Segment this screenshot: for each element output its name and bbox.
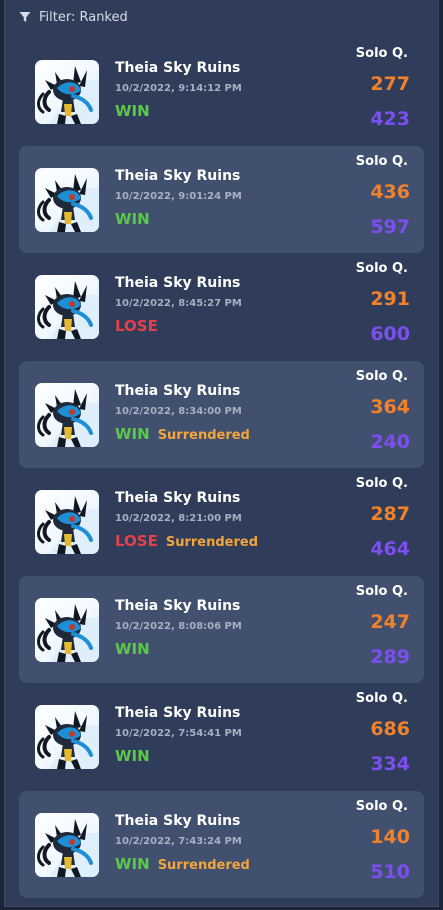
outcome-label: WIN: [115, 102, 150, 120]
queue-type: Solo Q.: [355, 799, 408, 814]
match-timestamp: 10/2/2022, 7:54:41 PM: [115, 728, 242, 739]
match-result: WIN Surrendered: [115, 855, 250, 873]
match-timestamp: 10/2/2022, 8:45:27 PM: [115, 298, 242, 309]
stat-value-primary: 287: [370, 503, 410, 525]
match-card[interactable]: Theia Sky Ruins 10/2/2022, 8:21:00 PM LO…: [19, 468, 424, 575]
stat-value-primary: 686: [370, 718, 410, 740]
match-result: WIN Surrendered: [115, 425, 250, 443]
stat-value-primary: 291: [370, 288, 410, 310]
match-timestamp: 10/2/2022, 8:34:00 PM: [115, 406, 242, 417]
outcome-label: LOSE: [115, 317, 158, 335]
stat-value-secondary: 334: [370, 753, 410, 775]
outcome-label: WIN: [115, 425, 150, 443]
surrendered-label: Surrendered: [165, 535, 258, 550]
stat-value-secondary: 600: [370, 323, 410, 345]
map-name: Theia Sky Ruins: [115, 598, 241, 614]
champion-avatar: [35, 598, 99, 662]
match-card[interactable]: Theia Sky Ruins 10/2/2022, 9:14:12 PM WI…: [19, 38, 424, 145]
match-card[interactable]: Theia Sky Ruins 10/2/2022, 7:43:24 PM WI…: [19, 791, 424, 898]
outcome-label: WIN: [115, 747, 150, 765]
stat-value-secondary: 289: [370, 646, 410, 668]
stat-value-primary: 247: [370, 611, 410, 633]
stat-value-primary: 364: [370, 396, 410, 418]
outcome-label: WIN: [115, 640, 150, 658]
stat-value-secondary: 597: [370, 216, 410, 238]
match-timestamp: 10/2/2022, 7:43:24 PM: [115, 836, 242, 847]
match-timestamp: 10/2/2022, 8:21:00 PM: [115, 513, 242, 524]
stat-value-secondary: 423: [370, 108, 410, 130]
map-name: Theia Sky Ruins: [115, 275, 241, 291]
match-result: LOSE Surrendered: [115, 532, 258, 550]
queue-type: Solo Q.: [355, 584, 408, 599]
champion-avatar: [35, 275, 99, 339]
match-history-panel: Filter: Ranked Theia Sky Ruins 10/2/2022…: [4, 0, 439, 907]
stat-value-secondary: 510: [370, 861, 410, 883]
queue-type: Solo Q.: [355, 691, 408, 706]
stat-value-primary: 277: [370, 73, 410, 95]
map-name: Theia Sky Ruins: [115, 813, 241, 829]
queue-type: Solo Q.: [355, 476, 408, 491]
map-name: Theia Sky Ruins: [115, 168, 241, 184]
outcome-label: WIN: [115, 855, 150, 873]
match-result: WIN: [115, 102, 150, 120]
match-timestamp: 10/2/2022, 9:14:12 PM: [115, 83, 242, 94]
match-timestamp: 10/2/2022, 8:08:06 PM: [115, 621, 242, 632]
filter-button[interactable]: Filter: Ranked: [19, 9, 128, 25]
surrendered-label: Surrendered: [157, 858, 250, 873]
champion-avatar: [35, 490, 99, 554]
match-result: WIN: [115, 747, 150, 765]
map-name: Theia Sky Ruins: [115, 490, 241, 506]
match-timestamp: 10/2/2022, 9:01:24 PM: [115, 191, 242, 202]
surrendered-label: Surrendered: [157, 428, 250, 443]
match-card[interactable]: Theia Sky Ruins 10/2/2022, 9:01:24 PM WI…: [19, 146, 424, 253]
stat-value-secondary: 240: [370, 431, 410, 453]
filter-icon: [19, 12, 31, 22]
map-name: Theia Sky Ruins: [115, 60, 241, 76]
queue-type: Solo Q.: [355, 154, 408, 169]
stat-value-secondary: 464: [370, 538, 410, 560]
map-name: Theia Sky Ruins: [115, 383, 241, 399]
match-result: LOSE: [115, 317, 158, 335]
champion-avatar: [35, 383, 99, 447]
queue-type: Solo Q.: [355, 369, 408, 384]
outcome-label: WIN: [115, 210, 150, 228]
match-card[interactable]: Theia Sky Ruins 10/2/2022, 8:34:00 PM WI…: [19, 361, 424, 468]
queue-type: Solo Q.: [355, 261, 408, 276]
match-result: WIN: [115, 210, 150, 228]
match-card[interactable]: Theia Sky Ruins 10/2/2022, 7:54:41 PM WI…: [19, 683, 424, 790]
champion-avatar: [35, 60, 99, 124]
stat-value-primary: 436: [370, 181, 410, 203]
match-card[interactable]: Theia Sky Ruins 10/2/2022, 8:08:06 PM WI…: [19, 576, 424, 683]
match-result: WIN: [115, 640, 150, 658]
champion-avatar: [35, 813, 99, 877]
stat-value-primary: 140: [370, 826, 410, 848]
filter-label: Filter: Ranked: [39, 9, 128, 25]
outcome-label: LOSE: [115, 532, 158, 550]
champion-avatar: [35, 168, 99, 232]
champion-avatar: [35, 705, 99, 769]
map-name: Theia Sky Ruins: [115, 705, 241, 721]
queue-type: Solo Q.: [355, 46, 408, 61]
match-card[interactable]: Theia Sky Ruins 10/2/2022, 8:45:27 PM LO…: [19, 253, 424, 360]
